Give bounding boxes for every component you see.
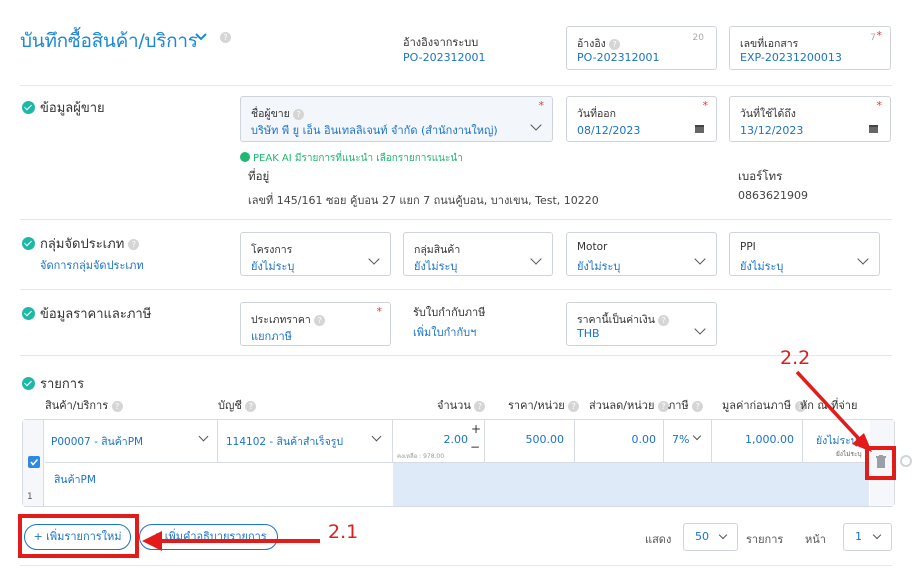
annotation-arrows [142,370,872,551]
arrow-2-2 [795,370,862,442]
callout-label-2-1: 2.1 [328,521,359,543]
callout-label-2-2: 2.2 [780,347,811,369]
arrowhead-2-1 [142,531,162,551]
